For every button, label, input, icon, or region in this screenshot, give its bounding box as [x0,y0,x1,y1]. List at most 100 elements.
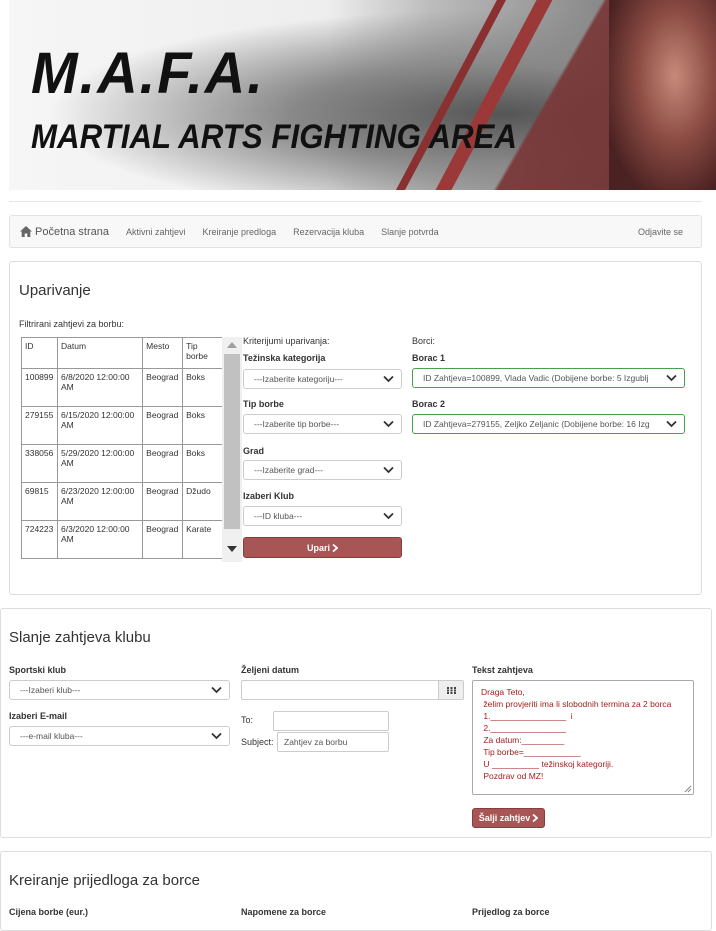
col-place: Mesto [142,337,184,369]
nav-home[interactable]: Početna strana [20,226,109,238]
match-button[interactable]: Upari [243,537,402,558]
cell-id: 100899 [21,368,58,407]
requests-table: ID Datum Mesto Tip borbe 100899 6/8/2020… [21,337,223,559]
city-select[interactable]: ---Izaberite grad--- [243,460,402,480]
email-select[interactable]: ---e-mail kluba--- [9,726,230,746]
weight-label: Težinska kategorija [243,353,326,363]
sport-club-label: Sportski klub [9,665,67,675]
cell-type: Boks [182,368,223,407]
fighter2-select-value: ID Zahtjeva=279155, Zeljko Zeljanic (Dob… [423,419,650,429]
proposal-panel: Kreiranje prijedloga za borce Cijena bor… [0,851,712,931]
filtered-label: Filtrirani zahtjevi za borbu: [19,319,125,329]
site-subtitle: MARTIAL ARTS FIGHTING AREA [31,118,518,156]
nav-active-requests[interactable]: Aktivni zahtjevi [126,227,186,237]
fighter1-select[interactable]: ID Zahtjeva=100899, Vlada Vadic (Dobijen… [412,368,685,388]
text-label: Tekst zahtjeva [472,665,533,675]
cell-type: Karate [182,520,223,559]
to-input[interactable] [273,711,389,731]
match-button-label: Upari [306,542,330,553]
subject-label: Subject: [241,737,274,747]
nav-club-reservation[interactable]: Rezervacija kluba [293,227,364,237]
table-row[interactable]: 69815 6/23/2020 12:00:00 AM Beograd Džud… [21,482,223,521]
calendar-button[interactable] [438,681,463,699]
cell-id: 69815 [21,482,58,521]
resize-handle-icon[interactable] [684,785,692,793]
subject-input-value: Zahtjev za borbu [284,737,348,747]
nav-send-confirmations[interactable]: Slanje potvrda [381,227,439,237]
cell-place: Beograd [142,406,184,445]
table-row[interactable]: 279155 6/15/2020 12:00:00 AM Beograd Bok… [21,406,223,445]
email-label: Izaberi E-mail [9,711,68,721]
chevron-down-icon [383,512,394,520]
type-label: Tip borbe [243,399,284,409]
send-request-button[interactable]: Šalji zahtjev [472,808,545,828]
cell-type: Boks [182,406,223,445]
nav-create-proposal[interactable]: Kreiranje predloga [203,227,277,237]
nav-logout[interactable]: Odjavite se [638,227,683,237]
cell-place: Beograd [142,368,184,407]
site-logo: M.A.F.A. [31,39,265,106]
club-select[interactable]: ---ID kluba--- [243,506,402,526]
type-select[interactable]: ---Izaberite tip borbe--- [243,414,402,434]
chevron-down-icon [211,732,222,740]
col-date: Datum [56,337,144,369]
criteria-label: Kriterijumi uparivanja: [243,336,330,346]
matching-title: Uparivanje [19,282,91,299]
chevron-down-icon [383,420,394,428]
club-request-title: Slanje zahtjeva klubu [9,629,151,646]
cell-date: 6/8/2020 12:00:00 AM [56,368,144,407]
cell-type: Džudo [182,482,223,521]
fighter-image [609,0,716,190]
navbar: Početna strana Aktivni zahtjevi Kreiranj… [9,215,702,248]
cell-type: Boks [182,444,223,483]
type-select-value: ---Izaberite tip borbe--- [254,419,340,429]
fighter1-select-value: ID Zahtjeva=100899, Vlada Vadic (Dobijen… [423,373,649,383]
date-input[interactable] [241,680,464,700]
club-request-panel: Slanje zahtjeva klubu Sportski klub ---I… [0,608,712,838]
city-select-value: ---Izaberite grad--- [254,465,323,475]
table-row[interactable]: 724223 6/3/2020 12:00:00 AM Beograd Kara… [21,520,223,559]
club-select-value: ---ID kluba--- [254,511,303,521]
cell-place: Beograd [142,444,184,483]
chevron-right-icon [532,814,539,822]
fighter2-label: Borac 2 [412,399,446,409]
scroll-up-icon[interactable] [227,342,237,348]
chevron-down-icon [211,686,222,694]
table-row[interactable]: 100899 6/8/2020 12:00:00 AM Beograd Boks [21,368,223,407]
weight-select[interactable]: ---Izaberite kategoriju--- [243,369,402,389]
chevron-down-icon [383,375,394,383]
city-label: Grad [243,446,265,456]
nav-home-label: Početna strana [35,225,109,238]
header-banner: M.A.F.A. MARTIAL ARTS FIGHTING AREA [9,0,716,190]
to-label: To: [241,715,254,725]
request-text-area[interactable]: Draga Teto, želim provjeriti ima li slob… [472,680,694,795]
fighter1-label: Borac 1 [412,353,446,363]
table-scrollbar[interactable] [222,337,242,562]
proposal-title: Kreiranje prijedloga za borce [9,872,200,889]
chevron-right-icon [332,543,338,552]
divider [9,201,702,202]
chevron-down-icon [383,466,394,474]
fighters-label: Borci: [412,336,436,346]
weight-select-value: ---Izaberite kategoriju--- [254,374,343,384]
fighter2-select[interactable]: ID Zahtjeva=279155, Zeljko Zeljanic (Dob… [412,414,685,434]
cell-date: 5/29/2020 12:00:00 AM [56,444,144,483]
home-icon [20,226,32,237]
calendar-icon [446,686,456,694]
sport-club-select-value: ---Izaberi klub--- [20,685,81,695]
send-request-label: Šalji zahtjev [478,813,531,823]
subject-input[interactable]: Zahtjev za borbu [277,732,389,752]
table-header-row: ID Datum Mesto Tip borbe [21,337,223,369]
scroll-thumb[interactable] [224,354,240,529]
club-label: Izaberi Klub [243,491,295,501]
matching-panel: Uparivanje Filtrirani zahtjevi za borbu:… [9,261,702,595]
table-row[interactable]: 338056 5/29/2020 12:00:00 AM Beograd Bok… [21,444,223,483]
chevron-down-icon [666,374,677,382]
cell-date: 6/23/2020 12:00:00 AM [56,482,144,521]
col-type: Tip borbe [182,337,223,369]
email-select-value: ---e-mail kluba--- [20,731,83,741]
scroll-down-icon[interactable] [227,546,237,552]
cell-id: 279155 [21,406,58,445]
chevron-down-icon [666,420,677,428]
sport-club-select[interactable]: ---Izaberi klub--- [9,680,230,700]
